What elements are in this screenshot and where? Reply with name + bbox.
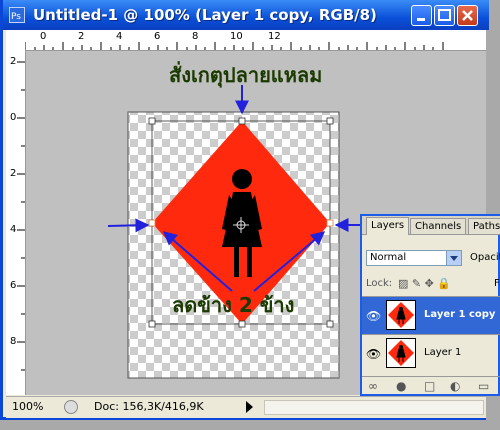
ruler-top-label: 12 bbox=[268, 31, 281, 42]
blend-mode-value: Normal bbox=[370, 252, 407, 263]
ruler-left-label: 8 bbox=[10, 336, 17, 347]
lock-icons[interactable]: ▨ ✎ ✥ 🔒 bbox=[398, 277, 451, 290]
ruler-left-label: 4 bbox=[10, 224, 17, 235]
layer-row[interactable]: 👁 Layer 1 bbox=[362, 334, 500, 372]
ruler-top-label: 10 bbox=[230, 31, 243, 42]
layer-name[interactable]: Layer 1 copy bbox=[424, 309, 495, 320]
folder-icon[interactable]: ▭ bbox=[478, 379, 489, 393]
ruler-corner[interactable] bbox=[6, 30, 26, 51]
layer-name[interactable]: Layer 1 bbox=[424, 347, 461, 358]
ruler-left[interactable]: 2 0 2 4 6 8 bbox=[6, 50, 26, 395]
fx-icon[interactable]: ● bbox=[396, 379, 406, 393]
link-icon[interactable]: ∞ bbox=[368, 379, 378, 393]
blend-mode-select[interactable]: Normal bbox=[366, 250, 462, 266]
layer-thumbnail bbox=[386, 338, 416, 368]
ruler-top-label: 0 bbox=[40, 31, 47, 42]
tab-paths[interactable]: Paths bbox=[468, 218, 500, 234]
layers-panel: Layers Channels Paths Normal Opacit Lock… bbox=[360, 214, 500, 396]
svg-text:Ps: Ps bbox=[11, 12, 21, 22]
zoom-level[interactable]: 100% bbox=[12, 400, 43, 413]
ruler-top-label: 4 bbox=[116, 31, 123, 42]
minimize-button[interactable] bbox=[411, 5, 432, 26]
lock-label: Lock: bbox=[366, 278, 393, 289]
ruler-left-label: 6 bbox=[10, 280, 17, 291]
ruler-top-label: 6 bbox=[154, 31, 161, 42]
layer-thumbnail bbox=[386, 300, 416, 330]
chevron-down-icon[interactable] bbox=[446, 251, 461, 265]
maximize-button[interactable] bbox=[434, 5, 455, 26]
status-bar: 100% Doc: 156,3K/416,9K bbox=[6, 396, 486, 418]
panel-tabs: Layers Channels Paths bbox=[362, 216, 500, 235]
title-bar[interactable]: Ps Untitled-1 @ 100% (Layer 1 copy, RGB/… bbox=[3, 0, 489, 30]
close-button[interactable] bbox=[457, 5, 478, 26]
fill-label: Fi bbox=[494, 278, 500, 289]
annotation-top-text: สั่งเกตุปลายแหลม bbox=[169, 63, 323, 87]
tab-channels[interactable]: Channels bbox=[410, 218, 467, 234]
ruler-top[interactable]: 0 2 4 6 8 10 12 bbox=[25, 30, 486, 51]
doc-size: Doc: 156,3K/416,9K bbox=[94, 400, 204, 413]
opacity-label: Opacit bbox=[470, 252, 500, 263]
ruler-left-label: 2 bbox=[10, 168, 17, 179]
annotation-bottom-text: ลดข้าง 2 ข้าง bbox=[172, 293, 295, 317]
status-menu-button[interactable] bbox=[64, 400, 78, 414]
eye-icon[interactable]: 👁 bbox=[366, 347, 381, 361]
ruler-left-label: 0 bbox=[10, 112, 17, 123]
ruler-top-label: 8 bbox=[192, 31, 199, 42]
status-arrow-button[interactable] bbox=[246, 401, 253, 413]
ruler-top-label: 2 bbox=[78, 31, 85, 42]
mask-icon[interactable]: □ bbox=[424, 379, 435, 393]
eye-icon[interactable]: 👁 bbox=[366, 309, 381, 323]
panel-bottom-toolbar: ∞ ● □ ◐ ▭ bbox=[362, 376, 500, 397]
ruler-left-label: 2 bbox=[10, 56, 17, 67]
tab-layers[interactable]: Layers bbox=[366, 217, 410, 235]
photoshop-icon[interactable]: Ps bbox=[9, 7, 25, 23]
horizontal-scrollbar[interactable] bbox=[264, 400, 484, 415]
layer-row[interactable]: 👁 Layer 1 copy bbox=[362, 296, 500, 334]
window-title: Untitled-1 @ 100% (Layer 1 copy, RGB/8) bbox=[33, 6, 377, 24]
adjustment-icon[interactable]: ◐ bbox=[450, 379, 460, 393]
